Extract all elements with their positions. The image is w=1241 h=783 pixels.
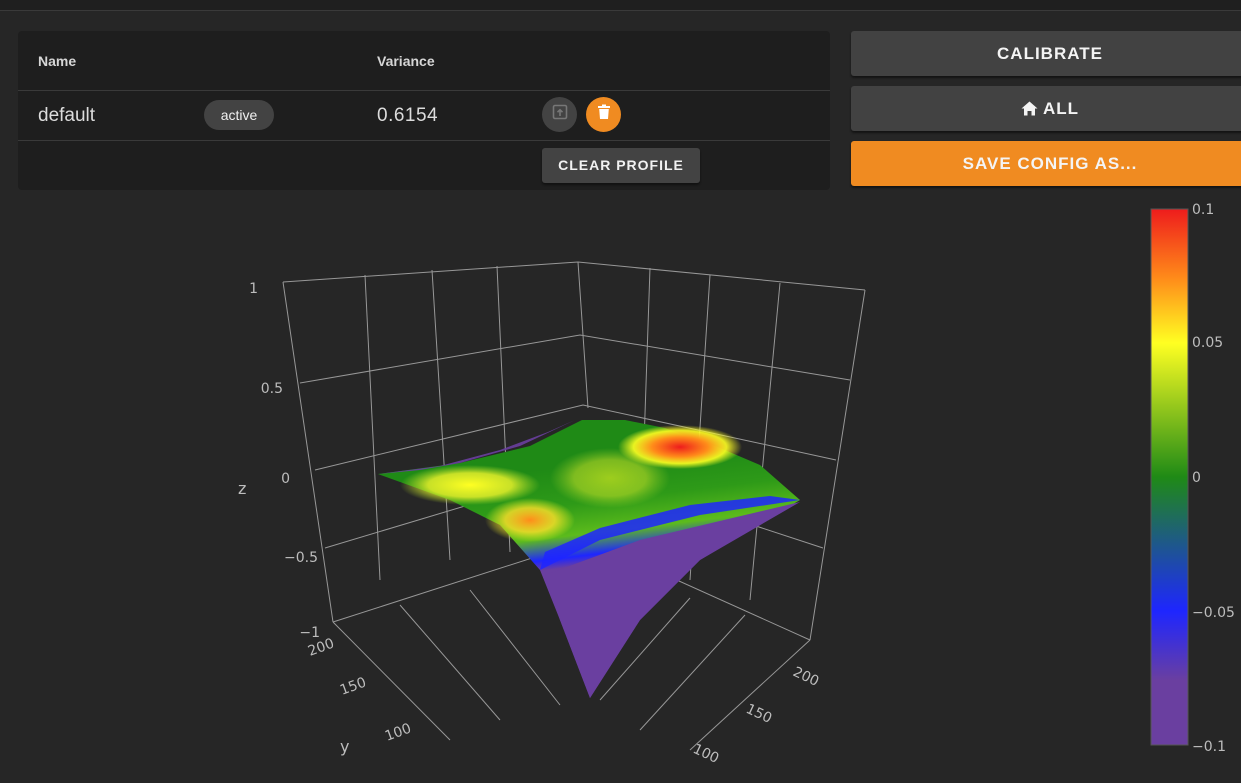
colorbar-tick: 0.05 [1192,335,1223,351]
home-icon [1021,88,1038,133]
mesh-plot[interactable]: 1 0.5 0 −0.5 −1 z 200 150 100 y 200 150 … [0,195,1241,778]
colorbar-tick: 0.1 [1192,202,1214,218]
surface-chart[interactable]: 1 0.5 0 −0.5 −1 z 200 150 100 y 200 150 … [0,195,1241,778]
y-tick: 150 [338,675,369,699]
colorbar-tick: 0 [1192,470,1201,486]
column-header-variance: Variance [377,53,435,69]
top-bar [0,0,1241,11]
save-config-button[interactable]: SAVE CONFIG AS... [851,141,1241,186]
x-axis-ticks: 200 150 100 [690,664,821,767]
upload-icon [552,104,568,125]
home-all-label: ALL [1042,99,1080,118]
delete-profile-button[interactable] [586,97,621,132]
x-tick: 200 [790,664,821,690]
colorbar-scale [1150,208,1189,746]
clear-profile-button[interactable]: CLEAR PROFILE [542,148,700,183]
z-tick: −1 [299,625,320,641]
z-tick: 0.5 [261,381,283,397]
colorbar-tick: −0.05 [1192,605,1235,621]
table-divider [18,140,830,141]
profiles-table: Name Variance default active 0.6154 CLEA… [18,31,830,190]
z-tick: 1 [249,281,258,297]
load-profile-button[interactable] [542,97,577,132]
calibrate-label: CALIBRATE [997,44,1103,63]
surface-mesh [378,420,800,698]
profile-variance: 0.6154 [377,105,439,126]
y-axis-label: y [340,737,349,756]
colorbar-tick: −0.1 [1192,739,1226,755]
home-all-label-wrap: ALL [851,86,1241,133]
z-axis-label: z [238,479,246,498]
save-config-label: SAVE CONFIG AS... [962,154,1138,173]
profile-name: default [38,105,96,126]
z-tick: 0 [281,471,290,487]
calibrate-button[interactable]: CALIBRATE [851,31,1241,76]
status-badge: active [204,100,274,130]
x-tick: 100 [690,741,721,767]
x-tick: 150 [743,701,774,727]
colorbar: 0.1 0.05 0 −0.05 −0.1 [1150,202,1235,755]
home-all-button[interactable]: ALL [851,86,1241,131]
trash-icon [597,104,611,125]
y-tick: 100 [383,721,414,745]
column-header-name: Name [38,53,77,69]
z-tick: −0.5 [284,550,318,566]
table-divider [18,90,830,91]
y-axis-ticks: 200 150 100 [306,636,414,745]
